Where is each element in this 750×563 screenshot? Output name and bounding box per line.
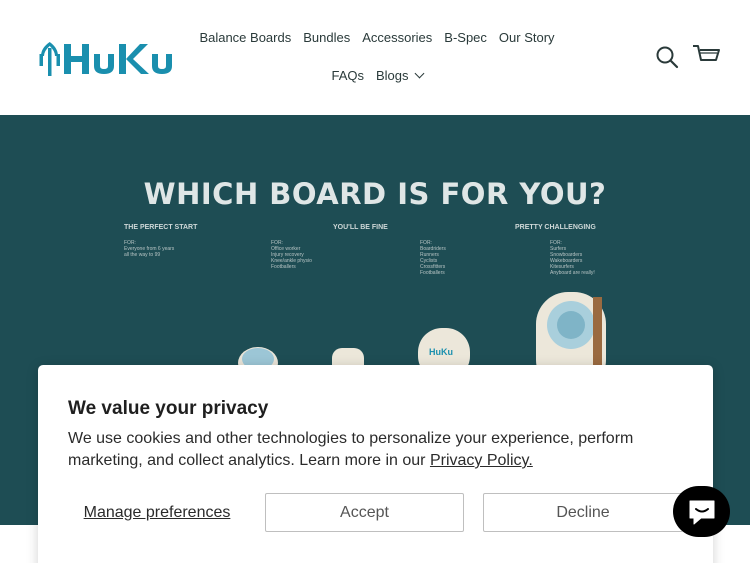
chat-button[interactable]: [673, 486, 730, 537]
nav-blogs[interactable]: Blogs: [370, 60, 429, 92]
cookie-title: We value your privacy: [68, 398, 269, 419]
huku-logo[interactable]: [36, 40, 180, 78]
nav-blogs-label: Blogs: [375, 68, 409, 83]
cookie-body-text: We use cookies and other technologies to…: [68, 430, 634, 469]
cart-icon[interactable]: [691, 42, 721, 70]
nav-our-story[interactable]: Our Story: [493, 22, 561, 54]
cookie-consent-dialog: We value your privacy We use cookies and…: [38, 365, 713, 563]
nav-bundles[interactable]: Bundles: [297, 22, 356, 54]
main-nav: Balance Boards Bundles Accessories B-Spe…: [192, 22, 562, 92]
privacy-policy-link[interactable]: Privacy Policy.: [430, 452, 533, 469]
board-logo-text: HuKu: [429, 347, 453, 357]
manage-preferences-button[interactable]: Manage preferences: [68, 493, 246, 532]
nav-accessories[interactable]: Accessories: [356, 22, 438, 54]
accept-button[interactable]: Accept: [265, 493, 464, 532]
decline-button[interactable]: Decline: [483, 493, 683, 532]
nav-b-spec[interactable]: B-Spec: [438, 22, 493, 54]
site-header: Balance Boards Bundles Accessories B-Spe…: [0, 0, 750, 115]
search-icon[interactable]: [654, 44, 680, 70]
cookie-body: We use cookies and other technologies to…: [68, 428, 698, 472]
nav-faqs[interactable]: FAQs: [325, 60, 370, 92]
chevron-down-icon: [414, 68, 424, 79]
nav-balance-boards[interactable]: Balance Boards: [193, 22, 297, 54]
chat-icon: [689, 500, 714, 524]
